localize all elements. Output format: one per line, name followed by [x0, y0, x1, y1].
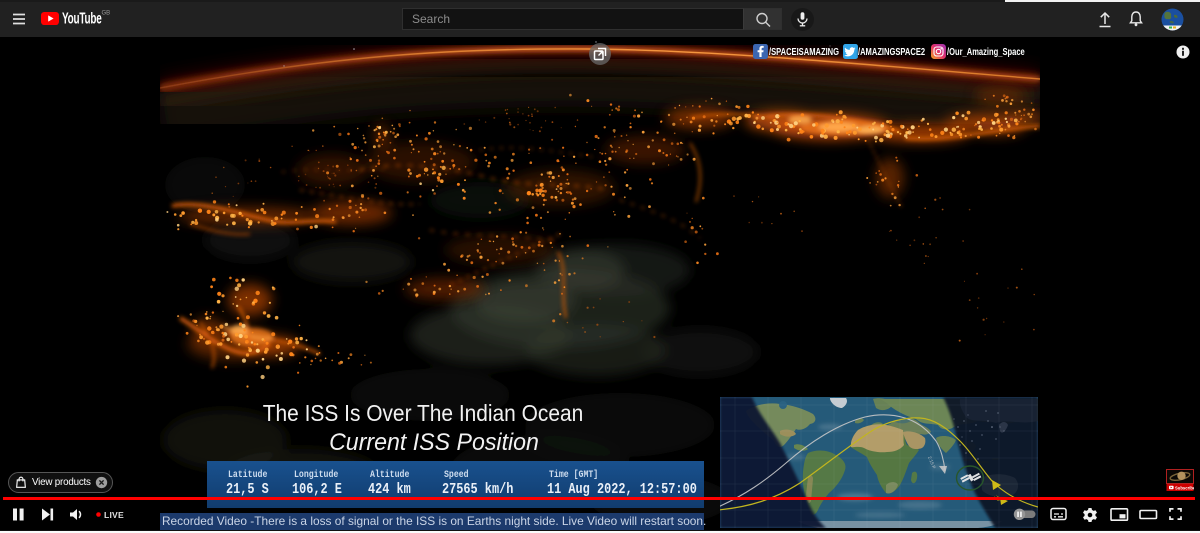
svg-text:Subscribe: Subscribe: [1175, 485, 1194, 490]
svg-text:GB: GB: [102, 11, 111, 17]
svg-text:YouTube: YouTube: [62, 9, 102, 27]
svg-text:LIVE: LIVE: [104, 510, 124, 520]
